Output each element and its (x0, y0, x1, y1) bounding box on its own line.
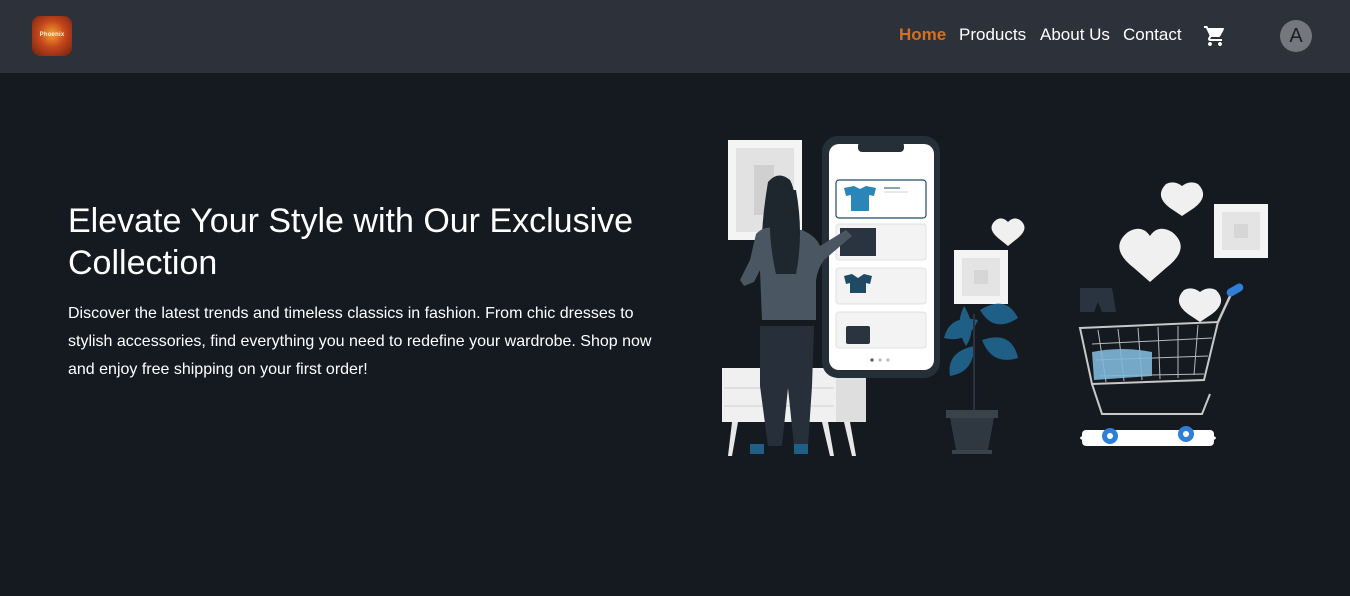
shopping-cart-icon (1204, 26, 1225, 46)
nav-products-link[interactable]: Products (959, 25, 1026, 45)
nav-contact-link[interactable]: Contact (1123, 25, 1182, 45)
logo-text: Phoenix (39, 32, 65, 38)
shorts-item (1080, 288, 1116, 312)
plant (944, 303, 1018, 454)
brand-logo[interactable]: Phoenix (32, 16, 72, 56)
hero-description: Discover the latest trends and timeless … (68, 305, 652, 378)
user-avatar[interactable]: A (1280, 20, 1312, 52)
nav-about-link[interactable]: About Us (1040, 25, 1110, 45)
nav-home-link[interactable]: Home (899, 25, 946, 45)
hero-illustration (722, 136, 1268, 456)
navbar: Phoenix Home Products About Us Contact A (0, 0, 1350, 73)
cart-button[interactable] (1203, 24, 1227, 48)
phone (822, 136, 940, 378)
hero-title: Elevate Your Style with Our Exclusive Co… (68, 202, 634, 282)
